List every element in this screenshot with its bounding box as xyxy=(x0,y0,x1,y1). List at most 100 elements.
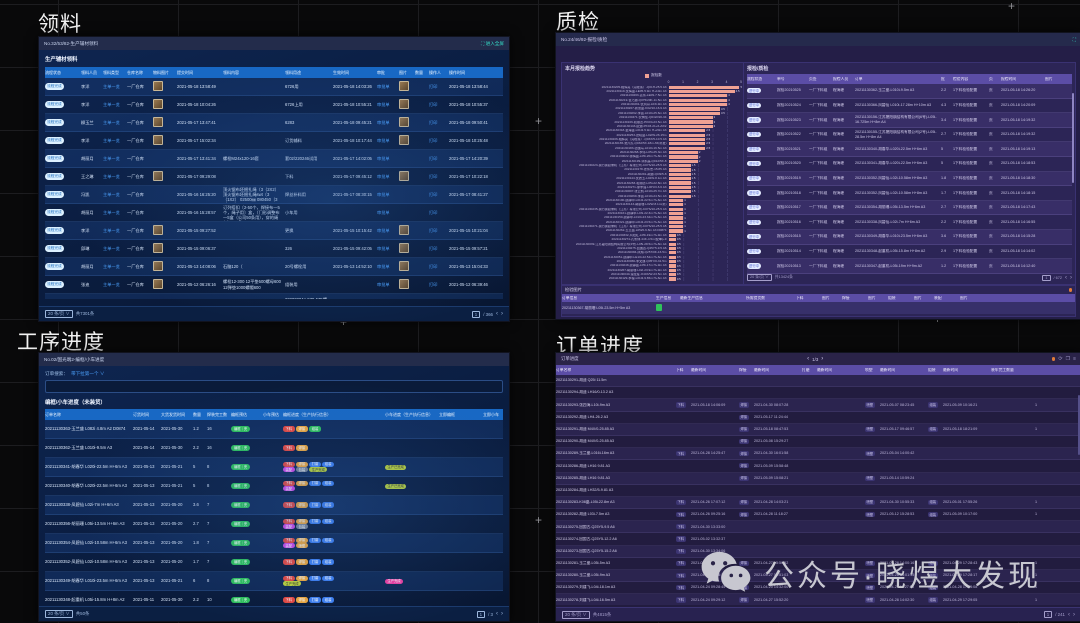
column-header[interactable]: 操作人 xyxy=(429,70,447,75)
column-header[interactable]: 下料 xyxy=(796,296,820,301)
column-header[interactable]: 焊装完工数 xyxy=(207,412,229,417)
table-row[interactable]: 20211130286-胡迪 LH16 9.81 A3 下料 焊接 2021-0… xyxy=(556,460,1080,472)
process-step-chip[interactable]: 打磨 xyxy=(309,559,321,564)
column-header[interactable]: 焊接 xyxy=(739,368,752,373)
column-header[interactable]: 下料 xyxy=(676,368,689,373)
column-header[interactable]: 页签 xyxy=(809,77,831,82)
pictures-row[interactable]: 20211130367-胡丽珊 L05i-23.5m H+5m A3 xyxy=(562,302,1075,314)
table-row[interactable]: 20211130340-胡春华 L020i-22.5m H+6m A3 2021… xyxy=(45,477,503,496)
column-header[interactable]: 组装 xyxy=(888,296,912,301)
column-header[interactable]: 报检时间 xyxy=(1001,77,1043,82)
table-row[interactable]: 进行中 报检20210524 一厂下料组 程海峰 20211130366-凤碧仙… xyxy=(747,99,1072,114)
material-thumbnail[interactable] xyxy=(153,81,163,91)
table-row[interactable]: 流程完成 胡丽月 主单一览 一厂仓库 2021-05-16 15:28:57 订… xyxy=(45,204,503,222)
process-step-chip[interactable]: 组装 xyxy=(322,538,334,543)
type-link[interactable]: 主单一览 xyxy=(103,174,125,179)
column-header[interactable]: 报检人员 xyxy=(833,77,853,82)
column-header[interactable]: 图片 xyxy=(960,296,1075,301)
type-link[interactable]: 主单一览 xyxy=(103,138,125,143)
table-row[interactable]: 20211130354-凤碧仙 L02i-10.58m H+6m A3 2021… xyxy=(45,534,503,553)
process-step-chip[interactable]: 打磨 xyxy=(309,481,321,486)
process-step-chip[interactable]: 打磨 xyxy=(309,576,321,581)
approve-link[interactable]: 审批单 xyxy=(377,228,397,233)
next-page-button[interactable]: › xyxy=(501,611,503,617)
process-step-chip[interactable]: 下料 xyxy=(283,426,295,431)
column-header[interactable]: 生效时间 xyxy=(333,70,375,75)
prev-page-button[interactable]: ‹ xyxy=(1065,275,1067,281)
next-page-button[interactable]: › xyxy=(1073,612,1075,618)
operator-link[interactable]: 打印 xyxy=(429,174,447,179)
approve-link[interactable]: 审批单 xyxy=(377,246,397,251)
operator-link[interactable]: 打印 xyxy=(429,246,447,251)
table-row[interactable]: 流程完成 柳玉兰 主单一览 一厂仓库 2021-05-17 13:47:41 6… xyxy=(45,114,503,132)
approve-link[interactable]: 审批单 xyxy=(377,210,397,215)
process-step-chip[interactable]: 焊接 xyxy=(296,481,308,486)
approve-link[interactable]: 审批单 xyxy=(377,138,397,143)
approve-link[interactable]: 审批单 xyxy=(377,192,397,197)
table-row[interactable]: 20211130290-胡迪 M4X/0-25.85 A3 下料 焊接 2021… xyxy=(556,436,1080,448)
table-row[interactable]: 20211130283-K08晶-L05i-22.8m A3 下料 2021-0… xyxy=(556,497,1080,509)
column-header[interactable]: 打磨 xyxy=(802,368,815,373)
process-step-chip[interactable]: 组装 xyxy=(322,576,334,581)
search-mode-dropdown[interactable]: 带下拉第一个 ∨ xyxy=(71,371,104,377)
process-step-chip[interactable]: 下料 xyxy=(283,502,295,507)
column-header[interactable]: 订单名称 xyxy=(45,412,131,417)
current-page[interactable]: 1 xyxy=(477,611,485,618)
current-page[interactable]: 1 xyxy=(1042,275,1050,281)
column-header[interactable]: 所需提货数 xyxy=(746,296,794,301)
table-row[interactable]: 20211130275-回国古-Q25Y5-9.5 A6 下料 2021-04-… xyxy=(556,521,1080,533)
column-header[interactable]: 物料图片 xyxy=(153,70,175,75)
process-step-chip[interactable]: 包装 xyxy=(296,467,308,472)
process-step-chip[interactable]: 组装 xyxy=(322,519,334,524)
approve-thumbnail[interactable] xyxy=(399,117,409,127)
process-step-chip[interactable]: 组装 xyxy=(322,559,334,564)
table-row[interactable]: 20211130285-胡迪 LH16 9.81 A3 下料 焊接 2021-0… xyxy=(556,473,1080,485)
process-step-chip[interactable]: 焊接 xyxy=(296,597,308,602)
table-row[interactable]: 进行中 报检20210518 一厂下料组 程海峰 20211130352-凤碧仙… xyxy=(747,186,1072,201)
column-header[interactable]: 操作时间 xyxy=(449,70,491,75)
refresh-icon[interactable]: ⟳ xyxy=(1058,356,1062,362)
table-row[interactable]: 流程完成 李洋 主单一览 一厂仓库 2021-05-18 10:04:26 67… xyxy=(45,96,503,114)
order-search-input[interactable] xyxy=(45,380,503,393)
current-page[interactable]: 1 xyxy=(1044,611,1052,618)
process-step-chip[interactable]: 下料 xyxy=(283,559,295,564)
approve-link[interactable]: 审批单 xyxy=(377,102,397,107)
table-row[interactable]: 20211130291-胡迪 M4X/0-25.85 A3 下料 焊接 2021… xyxy=(556,424,1080,436)
approve-thumbnail[interactable] xyxy=(399,135,409,145)
table-row[interactable]: 20211130352-凤碧仙 L02i-10.58m H+6m A3 2021… xyxy=(45,553,503,572)
column-header[interactable]: 检验内容 xyxy=(953,77,987,82)
type-link[interactable]: 主单一览 xyxy=(103,102,125,107)
table-row[interactable]: 流程完成 王之琳 主单一览 一厂仓库 2021-05-17 09:29:08 下… xyxy=(45,168,503,186)
table-row[interactable]: 流程完成 胡丽月 主单一览 一厂仓库 2021-05-12 06:26:16 螺… xyxy=(45,294,503,299)
table-row[interactable]: 流程完成 胡丽月 主单一览 一厂仓库 2021-05-17 13:41:34 螺… xyxy=(45,150,503,168)
next-page-button[interactable]: › xyxy=(821,356,823,362)
column-header[interactable]: 立即小车 xyxy=(483,412,503,417)
column-header[interactable]: 组装 xyxy=(928,368,941,373)
process-step-chip[interactable]: 下料 xyxy=(283,445,295,450)
process-step-chip[interactable]: 下料 xyxy=(283,597,295,602)
process-step-chip[interactable]: 组装 xyxy=(322,481,334,486)
table-row[interactable]: 进行中 报检20210525 一厂下料组 程海峰 20211130362-玉兰盛… xyxy=(747,84,1072,99)
next-page-button[interactable]: › xyxy=(501,311,503,317)
operator-link[interactable]: 打印 xyxy=(429,138,447,143)
approve-thumbnail[interactable] xyxy=(399,261,409,271)
type-link[interactable]: 主单一览 xyxy=(103,84,125,89)
type-link[interactable]: 主单一览 xyxy=(103,264,125,269)
column-header[interactable]: 流程状态 xyxy=(747,77,775,82)
prev-page-button[interactable]: ‹ xyxy=(1068,612,1070,618)
column-header[interactable]: 编框预估 xyxy=(231,412,261,417)
process-step-chip[interactable]: 焊接 xyxy=(296,559,308,564)
type-link[interactable]: 主单一览 xyxy=(103,210,125,215)
material-thumbnail[interactable] xyxy=(153,117,163,127)
operator-link[interactable]: 打印 xyxy=(429,156,447,161)
column-header[interactable]: 数量 xyxy=(193,412,205,417)
operator-link[interactable]: 打印 xyxy=(429,210,447,215)
fullscreen-button[interactable]: ⛶ 进入全屏 xyxy=(481,41,504,47)
material-thumbnail[interactable] xyxy=(153,243,163,253)
column-header[interactable]: 装车完工数量 xyxy=(991,368,1080,373)
table-row[interactable]: 20211130289-玉兰盛-L016i-16m A3 下料 2021-04-… xyxy=(556,448,1080,460)
table-row[interactable]: 进行中 报检20210520 一厂下料组 程海峰 20211130341-胡春华… xyxy=(747,157,1072,172)
material-thumbnail[interactable] xyxy=(153,99,163,109)
column-header[interactable]: 图片 xyxy=(868,296,886,301)
menu-icon[interactable]: ≡ xyxy=(1073,356,1076,362)
